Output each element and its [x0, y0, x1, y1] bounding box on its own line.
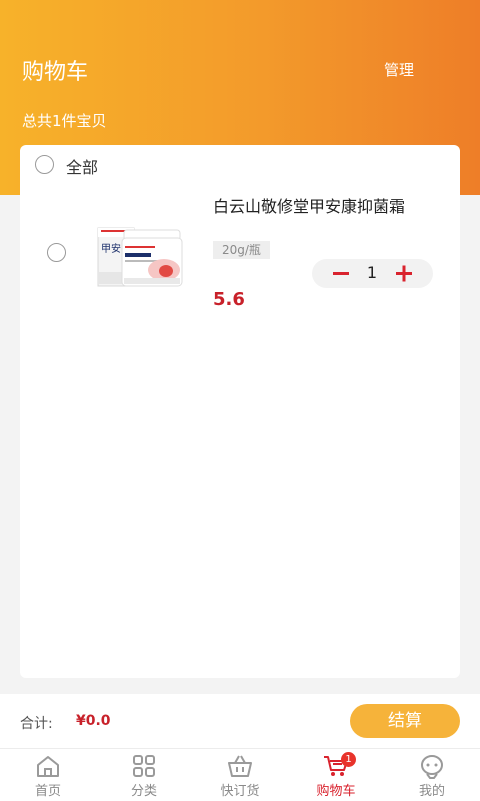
- product-spec-tag: 20g/瓶: [213, 241, 270, 259]
- tab-label: 购物车: [316, 784, 356, 799]
- page-title: 购物车: [22, 60, 89, 85]
- cart-badge: 1: [341, 752, 356, 767]
- bottom-tab-bar: 首页 分类 快订货 1 购物车 我的: [0, 748, 480, 801]
- basket-icon: [228, 755, 252, 777]
- select-all-radio[interactable]: [35, 155, 54, 174]
- grid-icon: [133, 755, 155, 777]
- quantity-stepper: 1: [312, 259, 433, 288]
- quantity-value[interactable]: 1: [359, 263, 385, 282]
- tab-label: 首页: [34, 784, 61, 799]
- tab-label: 我的: [418, 784, 445, 799]
- product-image[interactable]: 甲安: [96, 220, 192, 290]
- home-icon: [37, 756, 59, 777]
- tab-label: 快订货: [220, 784, 260, 799]
- tab-cart[interactable]: 1 购物车: [288, 749, 384, 801]
- checkout-bar: 合计: ¥0.0 结算: [0, 694, 480, 748]
- box-label: 甲安: [101, 242, 121, 255]
- cart-card: 全部 甲安 白云山敬修堂甲安康抑菌霜 20g/瓶 5.6 1: [20, 145, 460, 678]
- total-label: 合计:: [20, 716, 53, 732]
- checkout-button[interactable]: 结算: [350, 704, 460, 738]
- total-count-text: 总共1件宝贝: [22, 112, 107, 130]
- tab-home[interactable]: 首页: [0, 749, 96, 801]
- item-select-radio[interactable]: [47, 243, 66, 262]
- product-price: 5.6: [213, 289, 245, 310]
- plus-icon[interactable]: [389, 259, 419, 288]
- manage-button[interactable]: 管理: [384, 59, 414, 80]
- tab-quick-order[interactable]: 快订货: [192, 749, 288, 801]
- tab-label: 分类: [130, 784, 157, 799]
- product-name[interactable]: 白云山敬修堂甲安康抑菌霜: [213, 195, 433, 219]
- tab-profile[interactable]: 我的: [384, 749, 480, 801]
- tab-category[interactable]: 分类: [96, 749, 192, 801]
- minus-icon[interactable]: [326, 259, 356, 288]
- select-all-label[interactable]: 全部: [66, 154, 98, 178]
- total-amount: ¥0.0: [76, 713, 111, 729]
- profile-icon: [421, 755, 443, 779]
